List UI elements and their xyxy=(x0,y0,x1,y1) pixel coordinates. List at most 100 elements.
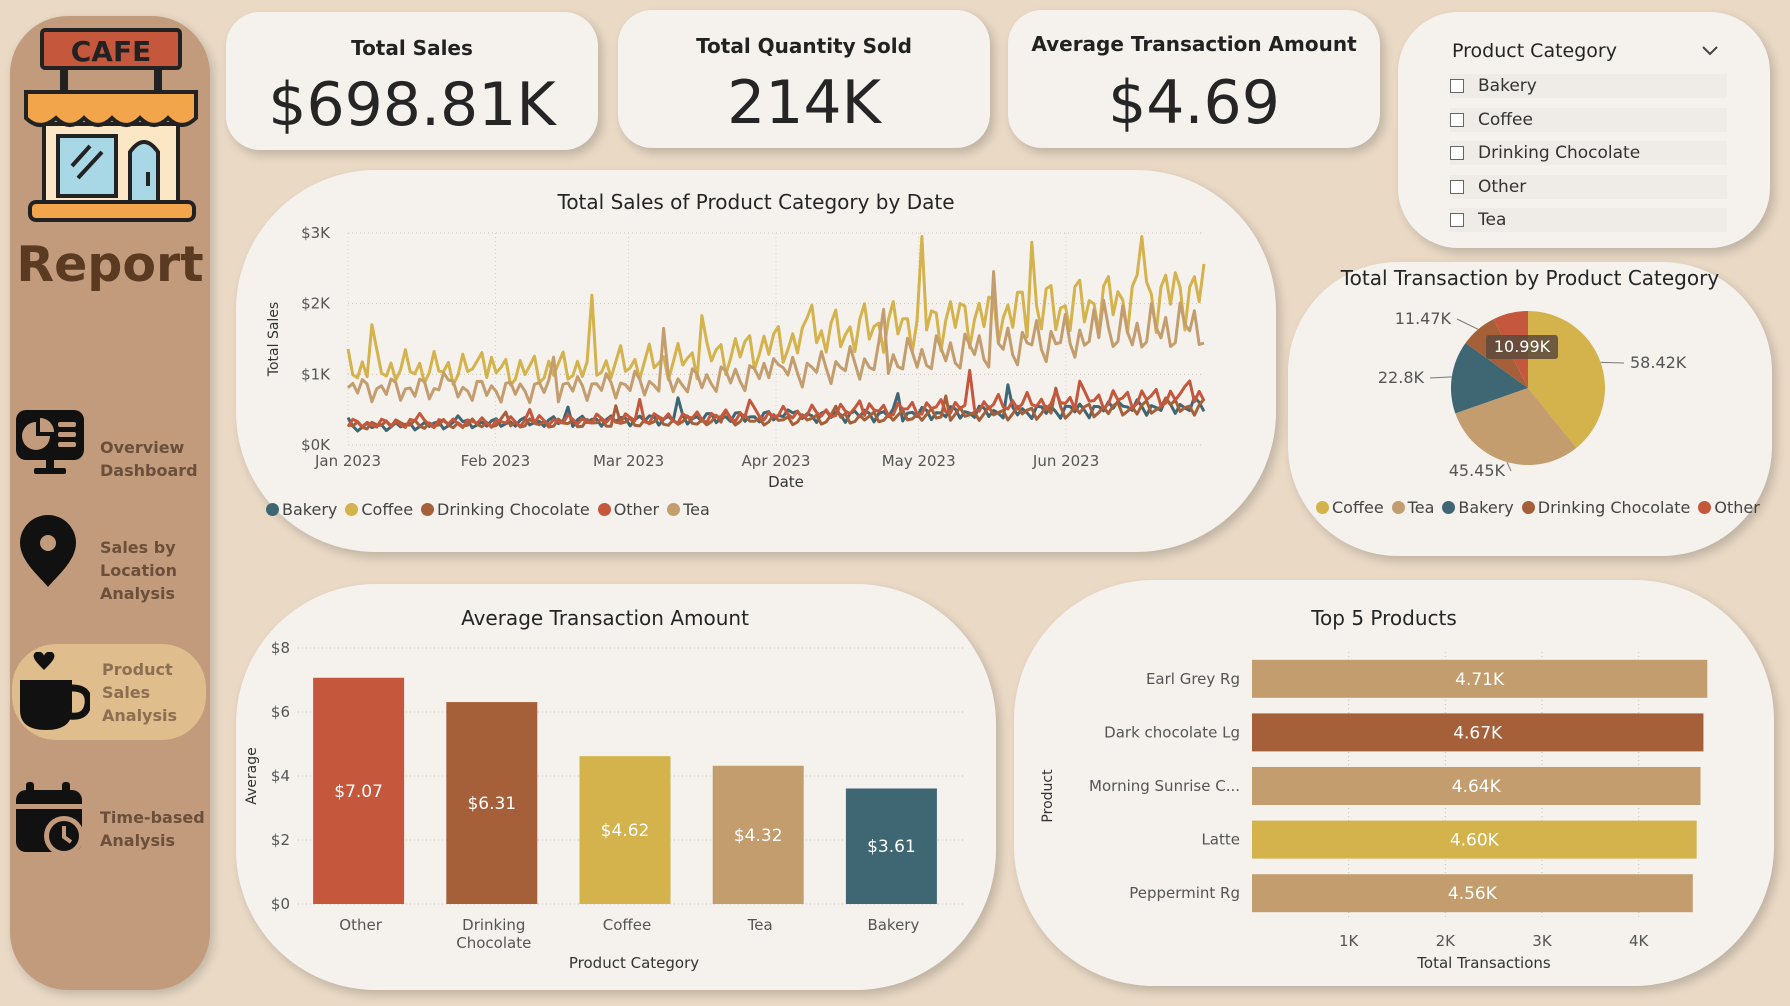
x-tick-line: Other xyxy=(339,916,382,934)
pie-data-label: 58.42K xyxy=(1630,353,1687,372)
slicer-option-label: Bakery xyxy=(1478,76,1537,96)
y-tick-label: Morning Sunrise C... xyxy=(1089,777,1240,795)
line-chart-legend: Bakery Coffee Drinking Chocolate Other Tea xyxy=(266,500,710,519)
line-chart: $0K$1K$2K$3KJan 2023 Feb 2023 Mar 2023 Apr … xyxy=(266,224,1206,491)
bar-data-label: 4.60K xyxy=(1450,831,1500,851)
chevron-down-icon[interactable] xyxy=(1702,46,1718,56)
calendar-clock-icon xyxy=(16,782,84,856)
x-tick-label: Jun 2023 xyxy=(1032,452,1099,470)
x-tick-label: 4K xyxy=(1629,932,1650,950)
kpi-average-transaction: Average Transaction Amount $4.69 xyxy=(1008,10,1380,148)
y-tick-label: Peppermint Rg xyxy=(1129,884,1240,902)
legend-item-drinking-chocolate[interactable]: Drinking Chocolate xyxy=(421,500,590,519)
y-tick-label: $8 xyxy=(271,639,290,657)
bar-data-label: 4.64K xyxy=(1452,777,1502,797)
leader-line xyxy=(1456,318,1479,330)
pie-chart-card: Total Transaction by Product Category 58… xyxy=(1288,262,1772,556)
slicer-option-coffee[interactable]: Coffee xyxy=(1450,107,1727,132)
checkbox[interactable] xyxy=(1450,79,1464,93)
coffee-cup-heart-icon xyxy=(20,652,90,730)
x-tick-label: May 2023 xyxy=(882,452,956,470)
legend-item-coffee[interactable]: Coffee xyxy=(1316,498,1384,517)
slicer-option-bakery[interactable]: Bakery xyxy=(1450,74,1727,98)
legend-label: Bakery xyxy=(1458,498,1514,517)
bar-data-label: $4.62 xyxy=(601,821,650,841)
bar-data-label: 4.56K xyxy=(1448,884,1498,904)
bar-data-label: 4.67K xyxy=(1453,723,1503,743)
checkbox[interactable] xyxy=(1450,179,1464,194)
nav-overview-dashboard[interactable]: Overview Dashboard xyxy=(10,406,210,506)
slicer-option-label: Tea xyxy=(1478,210,1507,230)
y-tick-label: $6 xyxy=(271,703,290,721)
legend-swatch xyxy=(597,503,611,516)
x-tick-label: Tea xyxy=(747,916,773,934)
leader-line xyxy=(1506,461,1512,472)
y-tick-label: Latte xyxy=(1201,831,1240,849)
line-chart-card: Total Sales of Product Category by Date … xyxy=(236,170,1276,552)
logo-text: CAFE xyxy=(71,35,151,68)
x-axis-title: Total Transactions xyxy=(1416,954,1551,972)
nav-product-sales[interactable]: Product Sales Analysis xyxy=(12,644,206,740)
map-pin-icon xyxy=(20,515,76,587)
pie-data-label: 22.8K xyxy=(1378,368,1425,387)
y-tick-label: $4 xyxy=(271,767,290,785)
x-tick-line: Bakery xyxy=(867,916,919,934)
slicer-option-label: Other xyxy=(1478,176,1527,197)
kpi-value: 214K xyxy=(727,68,881,138)
y-tick-label: $0 xyxy=(271,895,290,913)
x-axis-title: Date xyxy=(768,473,804,491)
x-tick-label: 3K xyxy=(1532,932,1553,950)
bar-data-label: $6.31 xyxy=(467,794,516,814)
legend-item-coffee[interactable]: Coffee xyxy=(345,500,413,519)
x-tick-line: Drinking xyxy=(462,916,525,934)
slicer-option-drinking-chocolate[interactable]: Drinking Chocolate xyxy=(1450,141,1727,165)
legend-swatch xyxy=(667,503,681,516)
nav-time-label: Time-based Analysis xyxy=(100,808,205,850)
y-axis-title: Product xyxy=(1040,769,1056,823)
legend-swatch xyxy=(1316,501,1329,514)
legend-label: Tea xyxy=(683,500,710,519)
sidebar: CAFE Report Overview Dashboard Sales by … xyxy=(10,16,210,990)
top-products-chart: 1K 2K 3K 4K 4.71K Earl Grey Rg 4.67K Dark choco… xyxy=(1040,652,1708,972)
leader-line xyxy=(1600,361,1625,364)
legend-item-other[interactable]: Other xyxy=(597,500,660,519)
kpi-total-quantity: Total Quantity Sold 214K xyxy=(618,10,990,148)
y-axis-title: Average xyxy=(244,747,260,805)
report-title: Report xyxy=(16,236,204,293)
legend-swatch xyxy=(1521,501,1535,514)
y-tick-label: $1K xyxy=(301,365,331,383)
slicer-title: Product Category xyxy=(1452,40,1617,62)
legend-item-tea[interactable]: Tea xyxy=(667,500,710,519)
legend-label: Other xyxy=(613,500,660,519)
legend-swatch xyxy=(1391,501,1405,514)
x-tick-label: Other xyxy=(339,916,382,934)
checkbox[interactable] xyxy=(1450,112,1464,127)
checkbox[interactable] xyxy=(1450,213,1464,227)
y-tick-label: $2K xyxy=(301,295,331,313)
legend-item-other[interactable]: Other xyxy=(1698,498,1760,517)
legend-item-bakery[interactable]: Bakery xyxy=(266,500,337,519)
nav-location-label: Sales by Location Analysis xyxy=(100,538,177,603)
x-tick-label: Apr 2023 xyxy=(742,452,811,470)
legend-swatch xyxy=(421,503,435,516)
nav-time-based[interactable]: Time-based Analysis xyxy=(10,782,210,886)
bar-data-label: 4.71K xyxy=(1455,670,1505,690)
x-tick-label: Feb 2023 xyxy=(461,452,531,470)
x-tick-line: Coffee xyxy=(603,916,651,934)
x-tick-label: Coffee xyxy=(603,916,651,934)
x-tick-label: Jan 2023 xyxy=(314,452,381,470)
slicer-option-other[interactable]: Other xyxy=(1450,174,1727,199)
y-tick-label: Earl Grey Rg xyxy=(1146,670,1240,688)
kpi-title: Average Transaction Amount xyxy=(1031,32,1357,56)
pie-chart-legend: Coffee Tea Bakery Drinking Chocolate Other xyxy=(1316,498,1760,517)
x-tick-label: 1K xyxy=(1339,932,1360,950)
legend-item-tea[interactable]: Tea xyxy=(1391,498,1434,517)
legend-label: Drinking Chocolate xyxy=(1537,498,1691,517)
checkbox[interactable] xyxy=(1450,146,1464,160)
x-tick-label: 2K xyxy=(1436,932,1457,950)
slicer-option-tea[interactable]: Tea xyxy=(1450,208,1727,232)
legend-item-bakery[interactable]: Bakery xyxy=(1442,498,1514,517)
legend-item-drinking-chocolate[interactable]: Drinking Chocolate xyxy=(1521,498,1691,517)
nav-sales-by-location[interactable]: Sales by Location Analysis xyxy=(10,515,210,616)
y-axis-title: Total Sales xyxy=(266,302,282,377)
